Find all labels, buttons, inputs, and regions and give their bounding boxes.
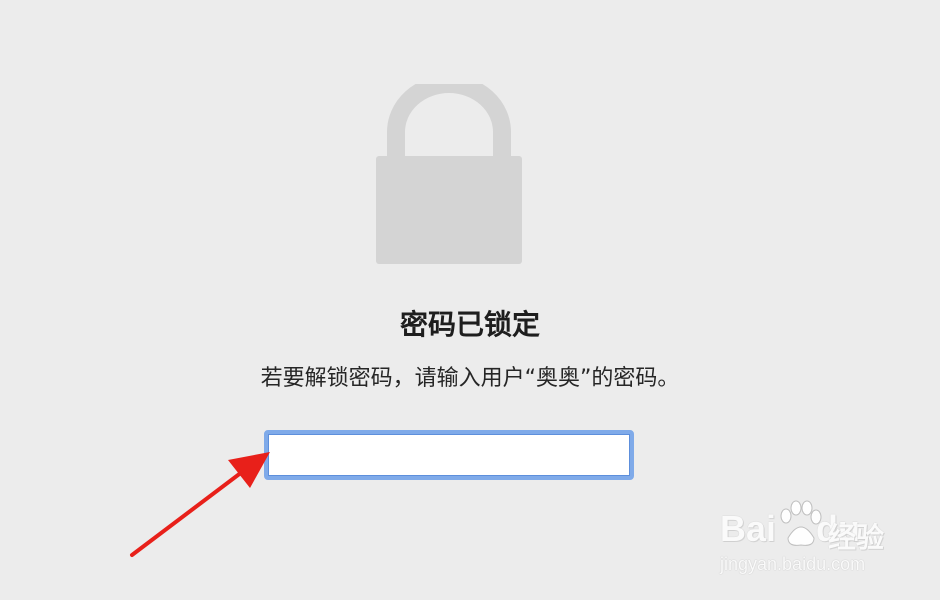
password-field[interactable] bbox=[264, 430, 634, 480]
red-arrow-icon bbox=[130, 452, 270, 557]
watermark-brand-prefix: Bai bbox=[720, 508, 777, 549]
watermark-suffix: 经验 bbox=[828, 521, 885, 554]
paw-icon bbox=[780, 500, 822, 546]
page-title: 密码已锁定 bbox=[399, 308, 540, 341]
watermark-url: jingyan.baidu.com bbox=[720, 554, 866, 574]
lock-icon bbox=[376, 84, 522, 264]
unlock-instructions: 若要解锁密码，请输入用户“奥奥”的密码。 bbox=[260, 366, 680, 391]
watermark: Bai du 经验 jingyan.baidu.com bbox=[716, 498, 896, 580]
